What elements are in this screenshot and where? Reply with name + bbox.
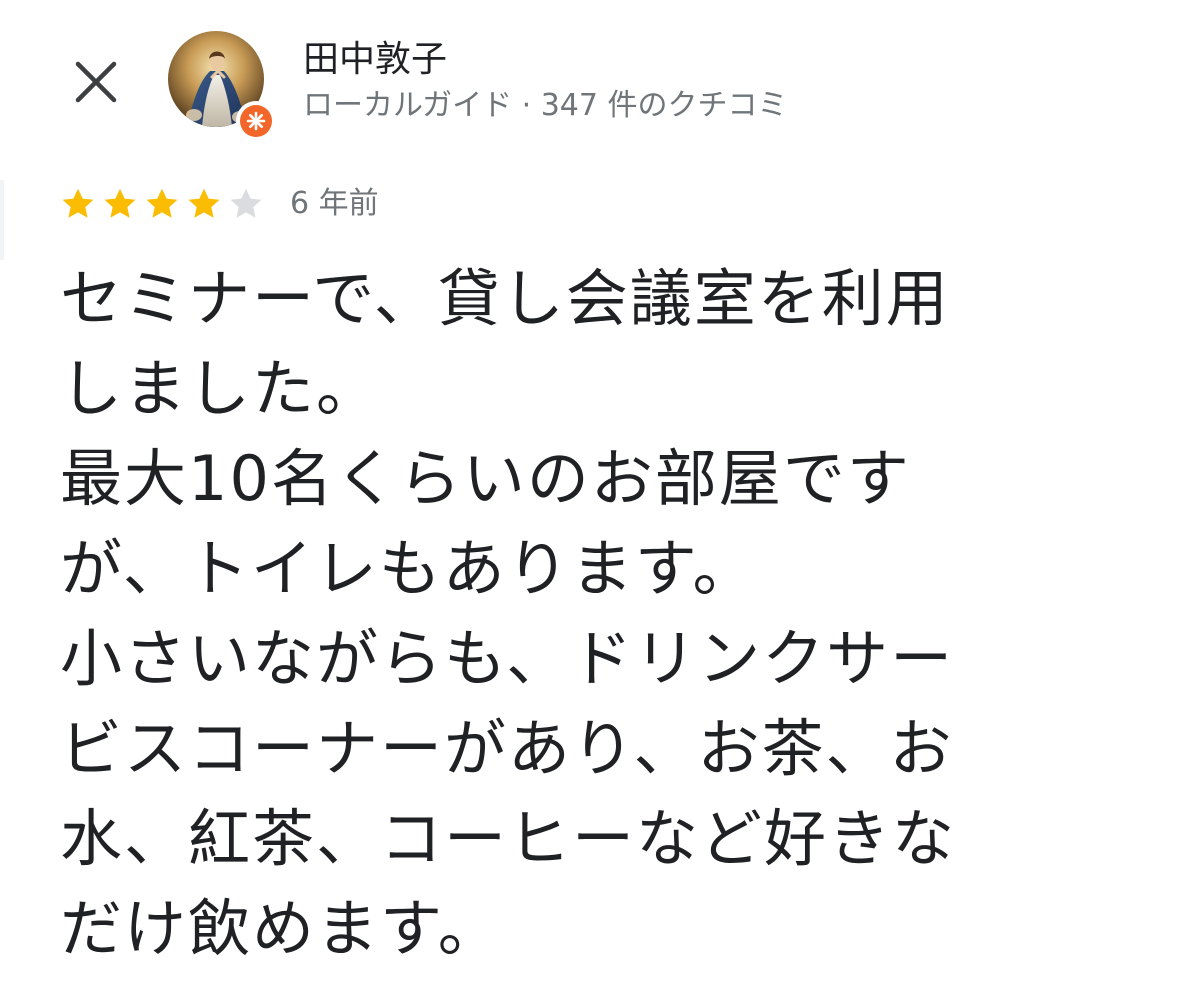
star-filled-icon [62,188,94,218]
avatar[interactable] [168,31,276,141]
review-text-line: だけ飲めます。 [60,892,502,965]
review-text-line: セミナーで、貸し会議室を利用 [60,262,950,335]
left-edge [0,180,4,260]
local-guide-badge-icon [236,101,276,141]
review-text-line: ビスコーナーがあり、お茶、お [60,712,954,785]
review-rating-row: 6 年前 [60,183,379,225]
review-text-line: 水、紅茶、コーヒーなど好きな [60,802,957,875]
review-date: 6 年前 [290,186,379,221]
review-text: セミナーで、貸し会議室を利用 しました。最大10名くらいのお部屋です が、トイレもあ… [60,254,1135,974]
star-filled-icon [104,188,136,218]
review-text-line: 最大10名くらいのお部屋です [60,442,911,515]
star-empty-icon [230,188,262,218]
star-filled-icon [188,188,220,218]
review-text-line: 小さいながらも、ドリンクサー [60,622,955,695]
close-icon[interactable] [70,56,122,108]
reviewer-name[interactable]: 田中敦子 [303,37,447,83]
star-filled-icon [146,188,178,218]
star-rating [60,186,270,222]
review-text-line: しました。 [60,352,381,425]
reviewer-meta: ローカルガイド · 347 件のクチコミ [303,88,788,123]
review-text-line: が、トイレもあります。 [60,532,757,605]
